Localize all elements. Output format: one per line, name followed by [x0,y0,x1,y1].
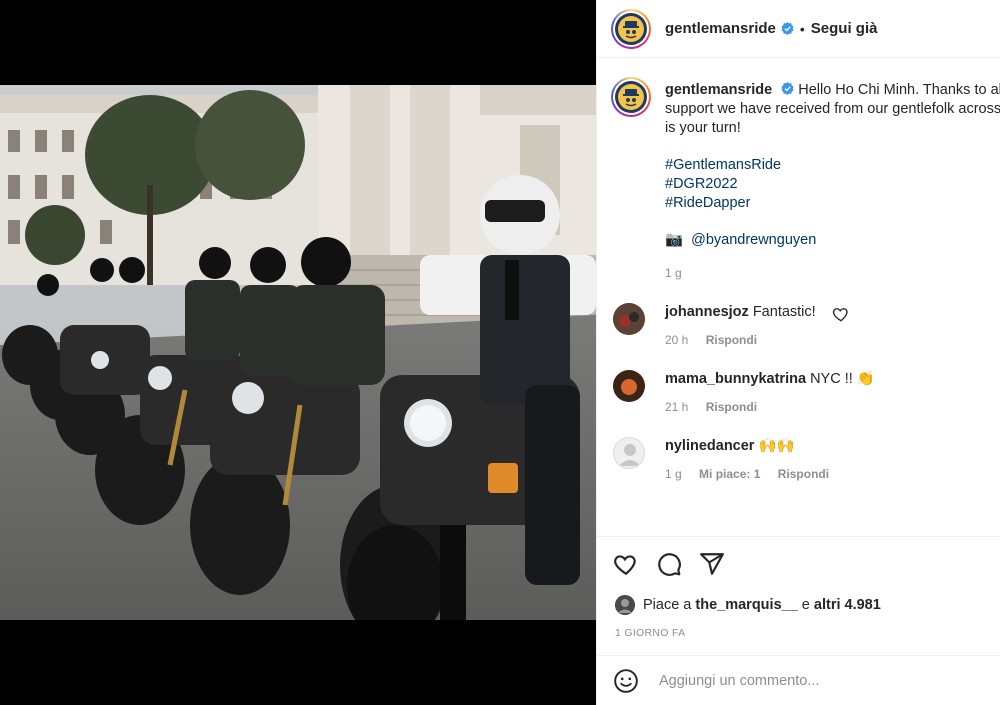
caption-time[interactable]: 1 g [665,266,682,280]
liker-username[interactable]: the_marquis__ [695,597,797,613]
likes-summary: Piace a the_marquis__ e altri 4.981 [597,577,1000,615]
reply-button[interactable]: Rispondi [706,333,757,347]
caption-line-2: support we have received from our gentle… [665,101,1000,117]
following-button[interactable]: Segui già [811,20,878,37]
emoji-smiley-icon[interactable] [613,668,639,694]
action-bar [597,537,1000,577]
comments-scroll-area[interactable]: gentlemansride Hello Ho Chi Minh. Thanks… [597,59,1000,536]
add-comment-bar [597,655,1000,705]
caption-username[interactable]: gentlemansride [665,82,772,98]
post-header: gentlemansride • Segui già [597,0,1000,58]
camera-icon: 📷 [665,232,684,248]
liker-avatar[interactable] [615,595,635,615]
commenter-avatar[interactable] [613,303,645,335]
caption: gentlemansride Hello Ho Chi Minh. Thanks… [597,59,1000,283]
commenter-username[interactable]: johannesjoz [665,304,749,320]
commenter-username[interactable]: mama_bunnykatrina [665,371,806,387]
reply-button[interactable]: Rispondi [778,467,829,481]
comment-time[interactable]: 21 h [665,400,688,414]
caption-text: gentlemansride Hello Ho Chi Minh. Thanks… [665,77,1000,283]
likes-others-count[interactable]: altri 4.981 [814,597,881,613]
share-paper-plane-icon[interactable] [699,551,725,577]
gentlemans-ride-logo-icon [615,81,647,113]
verified-badge-icon [781,82,794,95]
post-sidebar: gentlemansride • Segui già gentlemansrid… [596,0,1000,705]
author-username[interactable]: gentlemansride [665,20,776,37]
commenter-username[interactable]: nylinedancer [665,438,754,454]
comment-text: NYC !! 👏 [810,371,875,387]
hashtag-link[interactable]: #DGR2022 [665,175,1000,194]
caption-line-1: Hello Ho Chi Minh. Thanks to all t [798,82,1000,98]
likes-middle: e [801,597,810,613]
caption-author-avatar[interactable] [611,77,651,117]
comment-text: 🙌🙌 [758,438,795,454]
post-media-pane [0,0,596,705]
commenter-avatar[interactable] [613,437,645,469]
motorcycle-riders-photo [0,85,596,620]
commenter-avatar[interactable] [613,370,645,402]
comment-item: nylinedancer 🙌🙌 1 g Mi piace: 1 Rispondi [597,437,1000,484]
gentlemans-ride-logo-icon [615,12,647,45]
comment-input[interactable] [659,673,989,689]
caption-line-3: is your turn! [665,120,741,136]
post-photo[interactable] [0,85,596,620]
like-comment-heart-icon[interactable] [832,305,850,323]
post-timestamp[interactable]: 1 GIORNO FA [597,615,1000,639]
comment-text: Fantastic! [752,304,816,320]
verified-badge-icon [781,22,794,35]
reply-button[interactable]: Rispondi [706,400,757,414]
hashtag-link[interactable]: #GentlemansRide [665,156,1000,175]
hashtag-link[interactable]: #RideDapper [665,194,1000,213]
comment-item: johannesjoz Fantastic! 20 h Rispondi [597,303,1000,350]
separator-dot: • [799,20,805,37]
comment-time[interactable]: 20 h [665,333,688,347]
author-avatar[interactable] [611,8,651,49]
post-actions-section: Piace a the_marquis__ e altri 4.981 1 GI… [597,536,1000,705]
likes-prefix: Piace a [643,597,692,613]
photographer-mention-link[interactable]: @byandrewnguyen [691,232,816,248]
like-heart-icon[interactable] [613,551,639,577]
comment-time[interactable]: 1 g [665,467,682,481]
comment-likes-count[interactable]: Mi piace: 1 [699,467,760,481]
comment-bubble-icon[interactable] [656,551,682,577]
comment-item: mama_bunnykatrina NYC !! 👏 21 h Rispondi [597,370,1000,417]
